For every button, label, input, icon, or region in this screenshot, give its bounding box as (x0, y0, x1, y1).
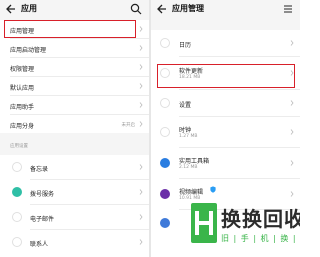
page-title: 应用 (21, 4, 37, 13)
chevron-right-icon (290, 100, 294, 106)
section-label: 应用设置 (10, 144, 28, 149)
menu-item-label: 应用启动管理 (10, 47, 47, 54)
settings-app-icon (160, 98, 170, 108)
menu-item-app-clone[interactable]: 应用分身 未开启 (0, 115, 149, 133)
menu-item-label: 默认应用 (10, 85, 35, 92)
status-value: 未开启 (121, 123, 136, 128)
video-editor-app-icon (160, 189, 170, 199)
menu-item-default-apps[interactable]: 默认应用 (0, 77, 149, 95)
phone-app-icon (12, 187, 22, 197)
chevron-right-icon (290, 129, 294, 135)
app-size: 1.27 MB (179, 134, 198, 139)
watermark-title: 换换回收 (221, 207, 300, 231)
chevron-right-icon (139, 239, 143, 245)
chevron-right-icon (139, 45, 143, 51)
email-app-icon (12, 212, 22, 222)
page-title: 应用管理 (172, 4, 204, 13)
watermark-logo (191, 203, 217, 243)
menu-item-app-startup-management[interactable]: 应用启动管理 (0, 39, 149, 57)
app-size: 2.12 MB (179, 165, 198, 170)
chevron-right-icon (139, 102, 143, 108)
app-icon (160, 218, 170, 228)
chevron-right-icon (290, 40, 294, 46)
toolbox-app-icon (160, 158, 170, 168)
menu-item-label: 应用分身 (10, 123, 35, 130)
more-menu-icon[interactable] (283, 5, 293, 13)
h-logo-icon (195, 211, 213, 235)
list-item-clock[interactable]: 时钟 1.27 MB (151, 117, 300, 147)
app-name: 时钟 (179, 127, 192, 134)
menu-item-permission-management[interactable]: 权限管理 (0, 58, 149, 76)
highlight-box (157, 64, 295, 88)
contacts-app-icon (12, 237, 22, 247)
app-size: 10.91 MB (179, 196, 201, 201)
list-item-settings[interactable]: 设置 (151, 90, 300, 116)
watermark-slogan: 旧 | 手 | 机 | 换 | 钱 (221, 234, 300, 243)
chevron-right-icon (290, 191, 294, 197)
memo-app-icon (12, 162, 22, 172)
list-item-contacts[interactable]: 联系人 (0, 230, 149, 254)
chevron-right-icon (290, 160, 294, 166)
list-item-email[interactable]: 电子邮件 (0, 205, 149, 229)
app-name: 联系人 (30, 241, 49, 248)
menu-item-label: 权限管理 (10, 66, 35, 73)
chevron-right-icon (139, 189, 143, 195)
highlight-box (4, 20, 136, 38)
chevron-right-icon (139, 26, 143, 32)
apps-settings-screen: 应用 应用管理 应用启动管理 权限管理 默认应用 应用助手 应用分身 未开启 应… (0, 0, 149, 257)
list-item-dialer[interactable]: 拨号服务 (0, 180, 149, 204)
watermark: 换换回收 旧 | 手 | 机 | 换 | 钱 (191, 203, 300, 257)
chevron-right-icon (139, 83, 143, 89)
app-name: 日历 (179, 42, 192, 49)
calendar-app-icon (160, 38, 170, 48)
chevron-right-icon (139, 214, 143, 220)
app-name: 拨号服务 (30, 191, 55, 198)
header: 应用 (0, 0, 149, 20)
app-name: 电子邮件 (30, 216, 55, 223)
list-item-calendar[interactable]: 日历 (151, 30, 300, 56)
shield-icon (210, 186, 216, 193)
menu-item-app-assistant[interactable]: 应用助手 (0, 96, 149, 114)
screenshot-stage: 应用 应用管理 应用启动管理 权限管理 默认应用 应用助手 应用分身 未开启 应… (0, 0, 300, 257)
list-item-utility-toolbox[interactable]: 实用工具箱 2.12 MB (151, 148, 300, 178)
app-name: 设置 (179, 102, 192, 109)
app-settings-list: 备忘录 拨号服务 电子邮件 联系人 (0, 155, 149, 257)
clock-app-icon (160, 127, 170, 137)
app-name: 实用工具箱 (179, 158, 210, 165)
chevron-right-icon (139, 164, 143, 170)
list-item-memo[interactable]: 备忘录 (0, 155, 149, 179)
search-icon[interactable] (130, 3, 142, 15)
back-arrow-icon[interactable] (157, 3, 167, 15)
chevron-right-icon (139, 64, 143, 70)
app-name: 视频编辑 (179, 189, 204, 196)
chevron-right-icon (139, 121, 143, 127)
back-arrow-icon[interactable] (6, 3, 16, 15)
header: 应用管理 (151, 0, 300, 20)
menu-item-label: 应用助手 (10, 104, 35, 111)
app-name: 备忘录 (30, 166, 49, 173)
